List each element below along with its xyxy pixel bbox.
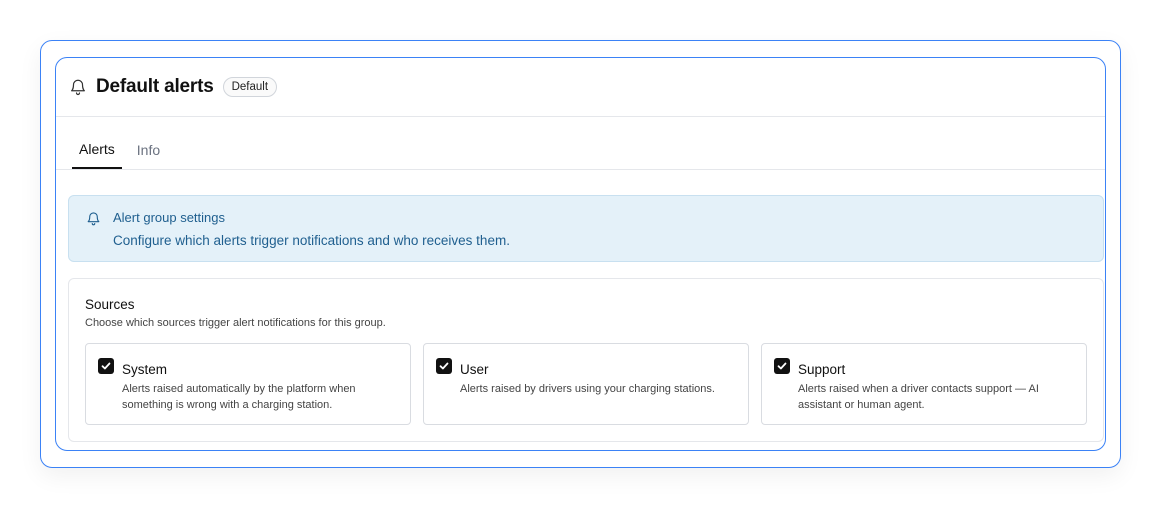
sources-description: Choose which sources trigger alert notif… xyxy=(85,317,386,329)
info-banner: Alert group settings Configure which ale… xyxy=(68,195,1104,262)
source-label: Support xyxy=(798,362,846,377)
banner-title: Alert group settings xyxy=(113,210,226,225)
tab-bar: Alerts Info xyxy=(56,117,1105,170)
sources-title: Sources xyxy=(85,297,135,312)
check-icon xyxy=(439,362,449,370)
source-label: System xyxy=(122,362,168,377)
user-checkbox[interactable] xyxy=(436,358,452,374)
page-title: Default alerts xyxy=(96,76,214,97)
alert-group-card: Default alerts Default Alerts Info Alert… xyxy=(55,57,1106,451)
tab-info[interactable]: Info xyxy=(130,142,167,169)
source-option-support[interactable]: Support Alerts raised when a driver cont… xyxy=(761,343,1087,425)
sources-panel: Sources Choose which sources trigger ale… xyxy=(68,278,1104,442)
source-label: User xyxy=(460,362,489,377)
bell-icon xyxy=(69,78,87,96)
source-option-system[interactable]: System Alerts raised automatically by th… xyxy=(85,343,411,425)
banner-description: Configure which alerts trigger notificat… xyxy=(113,233,510,248)
check-icon xyxy=(777,362,787,370)
card-header: Default alerts Default xyxy=(56,58,1105,117)
bell-icon xyxy=(86,211,101,226)
check-icon xyxy=(101,362,111,370)
support-checkbox[interactable] xyxy=(774,358,790,374)
source-description: Alerts raised automatically by the platf… xyxy=(122,383,356,411)
source-option-user[interactable]: User Alerts raised by drivers using your… xyxy=(423,343,749,425)
default-badge: Default xyxy=(222,77,278,97)
source-description: Alerts raised by drivers using your char… xyxy=(460,383,715,395)
system-checkbox[interactable] xyxy=(98,358,114,374)
tab-alerts[interactable]: Alerts xyxy=(72,141,122,169)
source-description: Alerts raised when a driver contacts sup… xyxy=(798,383,1039,411)
